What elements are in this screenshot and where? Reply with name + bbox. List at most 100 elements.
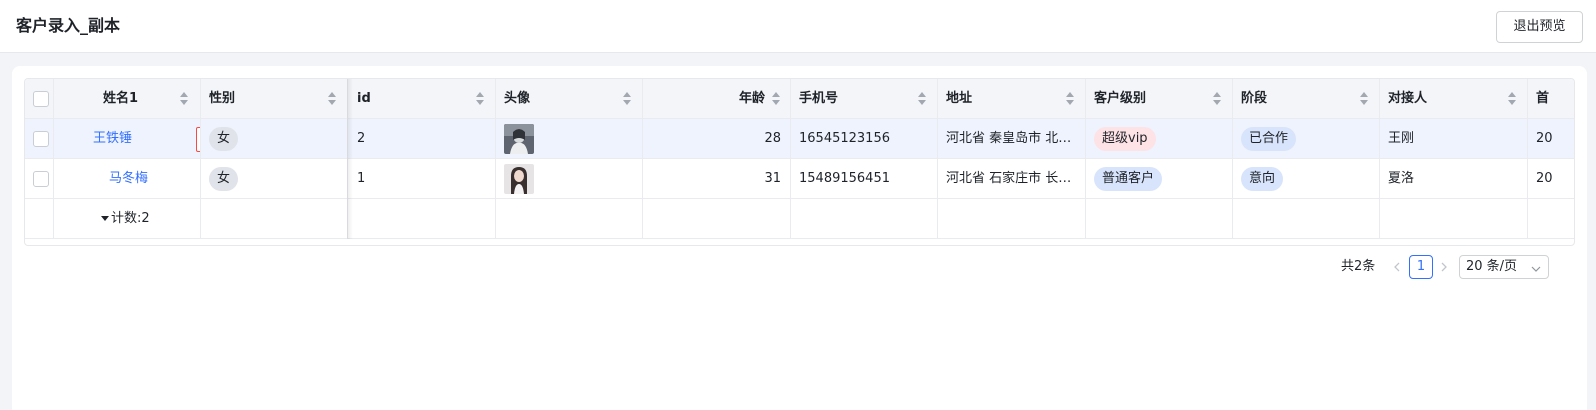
summary-count: 计数:2 xyxy=(111,211,150,226)
phone-value: 15489156451 xyxy=(799,171,890,186)
table-cell-id: 2 xyxy=(348,119,496,159)
sort-icon[interactable] xyxy=(1360,92,1368,106)
summary-cell xyxy=(25,199,54,239)
column-label: 客户级别 xyxy=(1094,91,1147,106)
pagination-total: 共2条 xyxy=(1341,259,1376,274)
table-cell-first: 20 xyxy=(1528,159,1574,199)
column-header-first[interactable]: 首 xyxy=(1528,79,1574,119)
table-cell-avatar xyxy=(496,119,643,159)
first-value: 20 xyxy=(1536,131,1553,146)
sort-icon[interactable] xyxy=(918,92,926,106)
row-checkbox[interactable] xyxy=(33,171,49,187)
id-value: 1 xyxy=(357,171,366,186)
column-label: id xyxy=(357,91,371,106)
row-select-cell xyxy=(25,159,54,199)
table-cell-avatar xyxy=(496,159,643,199)
summary-cell xyxy=(1528,199,1574,239)
contact-value: 夏洛 xyxy=(1388,171,1415,186)
table-cell-address: 河北省 秦皇岛市 北… xyxy=(938,119,1086,159)
column-label: 年龄 xyxy=(739,91,766,106)
summary-cell xyxy=(643,199,791,239)
column-label: 首 xyxy=(1536,91,1550,106)
column-header-address[interactable]: 地址 xyxy=(938,79,1086,119)
data-table: 姓名1 性别 id 头像 年龄 手机号 地址 客户级别 阶段 对接人 首 王铁锤… xyxy=(24,78,1575,246)
sort-icon[interactable] xyxy=(623,92,631,106)
avatar[interactable] xyxy=(504,164,534,194)
address-value: 河北省 石家庄市 长… xyxy=(946,171,1072,186)
sort-icon[interactable] xyxy=(1213,92,1221,106)
column-header-avatar[interactable]: 头像 xyxy=(496,79,643,119)
avatar[interactable] xyxy=(504,124,534,154)
table-cell-id: 1 xyxy=(348,159,496,199)
summary-cell xyxy=(791,199,938,239)
frozen-column-shadow xyxy=(347,79,353,239)
column-label: 手机号 xyxy=(799,91,839,106)
sort-icon[interactable] xyxy=(328,92,336,106)
table-cell-phone: 16545123156 xyxy=(791,119,938,159)
column-header-gender[interactable]: 性别 xyxy=(201,79,348,119)
stage-tag: 已合作 xyxy=(1241,127,1297,151)
gender-tag: 女 xyxy=(209,127,239,151)
column-header-stage[interactable]: 阶段 xyxy=(1233,79,1380,119)
summary-cell xyxy=(201,199,348,239)
sort-icon[interactable] xyxy=(1066,92,1074,106)
summary-cell xyxy=(1380,199,1528,239)
summary-cell-name[interactable]: 计数:2 xyxy=(54,199,201,239)
sort-icon[interactable] xyxy=(476,92,484,106)
top-bar: 客户录入_副本 退出预览 xyxy=(0,0,1596,53)
table-cell-age: 28 xyxy=(643,119,791,159)
column-header-age[interactable]: 年龄 xyxy=(643,79,791,119)
column-label: 姓名1 xyxy=(103,91,139,106)
summary-cell xyxy=(1233,199,1380,239)
table-cell-name: 王铁锤 xyxy=(54,119,201,159)
id-value: 2 xyxy=(357,131,366,146)
phone-value: 16545123156 xyxy=(799,131,890,146)
record-name-link[interactable]: 马冬梅 xyxy=(109,170,148,188)
column-header-contact[interactable]: 对接人 xyxy=(1380,79,1528,119)
first-value: 20 xyxy=(1536,171,1553,186)
column-label: 阶段 xyxy=(1241,91,1268,106)
exit-preview-button[interactable]: 退出预览 xyxy=(1496,11,1583,43)
record-name-link[interactable]: 王铁锤 xyxy=(93,130,132,148)
column-header-name[interactable]: 姓名1 xyxy=(54,79,201,119)
table-cell-phone: 15489156451 xyxy=(791,159,938,199)
table-cell-level: 超级vip xyxy=(1086,119,1233,159)
table-cell-contact: 王刚 xyxy=(1380,119,1528,159)
summary-cell xyxy=(938,199,1086,239)
table-cell-gender: 女 xyxy=(201,159,348,199)
table-cell-contact: 夏洛 xyxy=(1380,159,1528,199)
table-cell-name: 马冬梅 xyxy=(54,159,201,199)
table-cell-level: 普通客户 xyxy=(1086,159,1233,199)
page-1-button[interactable]: 1 xyxy=(1409,255,1433,279)
contact-value: 王刚 xyxy=(1388,131,1415,146)
sort-icon[interactable] xyxy=(1508,92,1516,106)
table-cell-address: 河北省 石家庄市 长… xyxy=(938,159,1086,199)
table-cell-first: 20 xyxy=(1528,119,1574,159)
column-label: 头像 xyxy=(504,91,531,106)
address-value: 河北省 秦皇岛市 北… xyxy=(946,131,1072,146)
next-page-icon[interactable] xyxy=(1437,260,1451,274)
level-tag: 超级vip xyxy=(1094,127,1156,151)
table-cell-stage: 意向 xyxy=(1233,159,1380,199)
page-title: 客户录入_副本 xyxy=(16,16,121,35)
stage-tag: 意向 xyxy=(1241,167,1284,191)
row-select-cell xyxy=(25,119,54,159)
table-cell-gender: 女 xyxy=(201,119,348,159)
sort-icon[interactable] xyxy=(180,92,188,106)
content-card: 姓名1 性别 id 头像 年龄 手机号 地址 客户级别 阶段 对接人 首 王铁锤… xyxy=(12,66,1587,410)
summary-cell xyxy=(348,199,496,239)
select-all-checkbox[interactable] xyxy=(33,91,49,107)
column-header-level[interactable]: 客户级别 xyxy=(1086,79,1233,119)
column-label: 地址 xyxy=(946,91,973,106)
prev-page-icon[interactable] xyxy=(1390,260,1404,274)
chevron-down-icon xyxy=(1530,261,1542,283)
row-checkbox[interactable] xyxy=(33,131,49,147)
sort-icon[interactable] xyxy=(772,92,780,106)
age-value: 31 xyxy=(764,171,781,186)
summary-cell xyxy=(1086,199,1233,239)
column-header-phone[interactable]: 手机号 xyxy=(791,79,938,119)
page-size-select[interactable]: 20 条/页 xyxy=(1459,255,1549,279)
column-header-id[interactable]: id xyxy=(348,79,496,119)
caret-down-icon xyxy=(101,216,109,221)
age-value: 28 xyxy=(764,131,781,146)
